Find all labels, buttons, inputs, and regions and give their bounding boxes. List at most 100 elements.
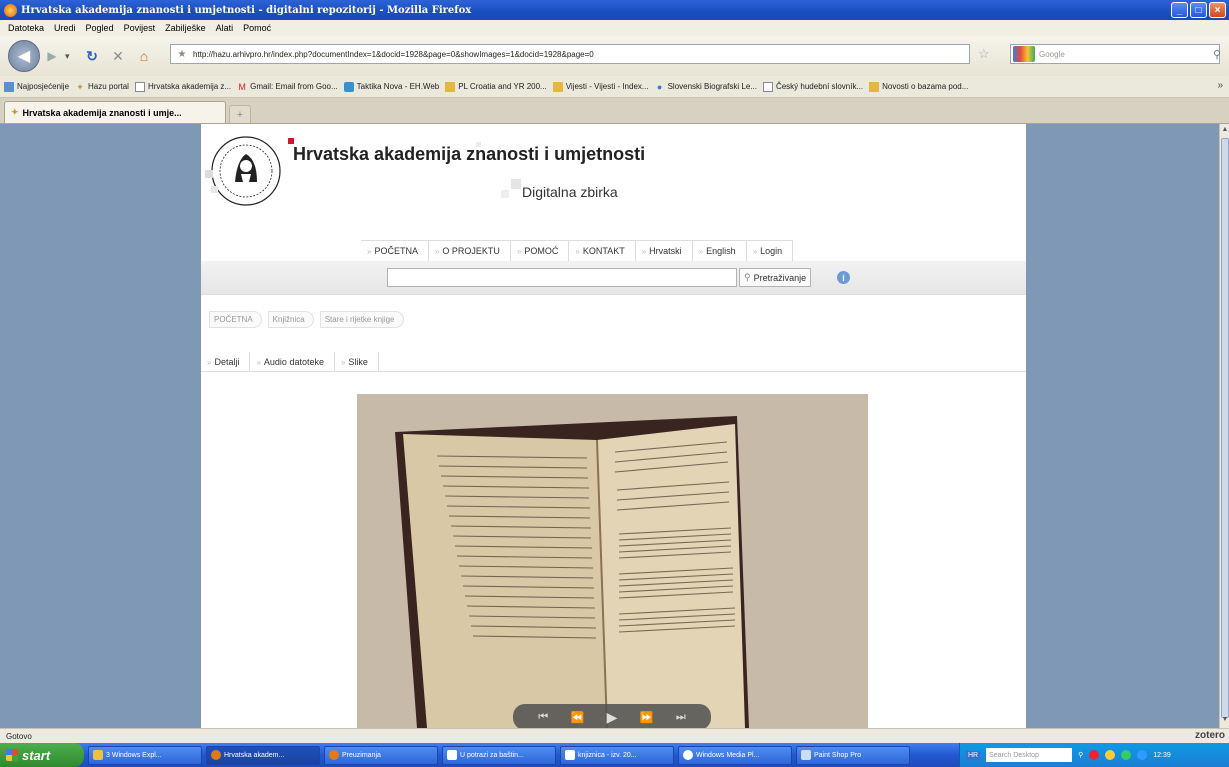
scroll-up-icon[interactable]: ▲ xyxy=(1220,126,1229,136)
nav-english[interactable]: » English xyxy=(693,241,747,261)
reload-button[interactable]: ↻ xyxy=(83,47,101,65)
forward-button[interactable]: ▶ xyxy=(43,47,61,65)
new-tab-button[interactable]: + xyxy=(229,105,251,123)
language-indicator[interactable]: HR xyxy=(966,750,981,760)
bookmark-item[interactable]: Najposjećenije xyxy=(4,81,69,92)
navigation-toolbar: ◀ ▶ ▾ ↻ ✕ ⌂ ★ http://hazu.arhivpro.hr/in… xyxy=(0,36,1229,76)
search-engine-icon[interactable] xyxy=(1013,46,1035,62)
bookmarks-overflow-icon[interactable]: » xyxy=(1217,80,1223,91)
nav-hrvatski[interactable]: » Hrvatski xyxy=(636,241,693,261)
last-icon[interactable]: ⏭ xyxy=(676,711,686,724)
bookmark-item[interactable]: ✦ Hazu portal xyxy=(75,82,129,92)
scrollbar-thumb[interactable] xyxy=(1221,138,1229,718)
tray-app-icon[interactable] xyxy=(1121,750,1132,760)
rewind-icon[interactable]: ⏪ xyxy=(570,711,584,724)
bookmark-item[interactable]: Vijesti - Vijesti - Index... xyxy=(552,81,649,92)
bookmarks-toolbar: Najposjećenije ✦ Hazu portal Hrvatska aka… xyxy=(0,76,1229,98)
bookmark-item[interactable]: Hrvatska akademija z... xyxy=(134,81,231,92)
bookmark-item[interactable]: Novosti o bazama pod... xyxy=(869,81,968,92)
site-search-button[interactable]: ⚲ Pretraživanje xyxy=(739,268,812,287)
taskbar-button[interactable]: Hrvatska akadem... xyxy=(206,745,320,765)
minimize-button[interactable]: _ xyxy=(1171,2,1188,18)
site-icon xyxy=(343,81,354,92)
taskbar-button[interactable]: Paint Shop Pro xyxy=(796,745,910,765)
bookmark-item[interactable]: ● Slovenski Biografski Le... xyxy=(655,82,757,92)
nav-pocetna[interactable]: » POČETNA xyxy=(361,241,429,261)
paint-icon xyxy=(801,750,811,760)
folder-icon xyxy=(445,81,456,92)
stop-button[interactable]: ✕ xyxy=(109,47,127,65)
search-help-icon[interactable]: i xyxy=(837,271,850,284)
folder-icon xyxy=(552,81,563,92)
window-title: Hrvatska akademija znanosti i umjetnosti… xyxy=(21,4,472,16)
tray-app-icon[interactable] xyxy=(1089,750,1100,760)
arrow-icon: » xyxy=(367,246,372,256)
menu-edit[interactable]: Uredi xyxy=(54,23,76,33)
bookmark-star-icon[interactable]: ☆ xyxy=(978,46,990,62)
menu-view[interactable]: Pogled xyxy=(86,23,114,33)
decor-pixel xyxy=(511,179,521,189)
search-icon[interactable]: ⚲ xyxy=(1078,751,1083,759)
folder-icon xyxy=(93,750,103,760)
tab-slike[interactable]: » Slike xyxy=(335,352,379,372)
folder-icon xyxy=(869,81,880,92)
home-button[interactable]: ⌂ xyxy=(135,47,153,65)
url-bar[interactable]: ★ http://hazu.arhivpro.hr/index.php?docu… xyxy=(170,44,970,64)
site-search-input[interactable] xyxy=(387,268,737,287)
desktop-search-input[interactable]: Search Desktop xyxy=(986,748,1073,762)
web-search-input[interactable]: Google xyxy=(1010,44,1220,64)
menu-history[interactable]: Povijest xyxy=(124,23,156,33)
breadcrumb-item[interactable]: Knjižnica xyxy=(267,311,314,328)
tab-favicon-icon: ✦ xyxy=(11,107,19,117)
taskbar-button[interactable]: U potrazi za baštin... xyxy=(442,745,556,765)
start-button[interactable]: start xyxy=(0,743,84,767)
nav-pomoc[interactable]: » POMOĆ xyxy=(511,241,570,261)
site-title: Hrvatska akademija znanosti i umjetnosti xyxy=(293,144,646,164)
breadcrumb-item[interactable]: Stare i rijetke knjige xyxy=(319,311,404,328)
fast-forward-icon[interactable]: ⏩ xyxy=(640,711,654,724)
url-bar-actions: ☆ xyxy=(978,46,990,62)
history-dropdown-icon[interactable]: ▾ xyxy=(65,51,75,62)
bookmark-item[interactable]: Taktika Nova - EH.Web xyxy=(343,81,439,92)
play-icon[interactable]: ▶ xyxy=(607,709,618,726)
taskbar-button[interactable]: Windows Media Pl... xyxy=(678,745,792,765)
window-controls: _ □ × xyxy=(1171,2,1226,18)
site-icon: ● xyxy=(656,81,663,92)
first-icon[interactable]: ⏮ xyxy=(538,711,548,724)
menu-help[interactable]: Pomoć xyxy=(243,23,271,33)
status-bar: Gotovo zotero xyxy=(0,728,1229,743)
close-button[interactable]: × xyxy=(1209,2,1226,18)
tab-active[interactable]: ✦ Hrvatska akademija znanosti i umje... xyxy=(4,101,226,123)
scroll-down-icon[interactable]: ▼ xyxy=(1220,716,1229,726)
bookmark-item[interactable]: PL Croatia and YR 200... xyxy=(445,81,547,92)
breadcrumb-item[interactable]: POČETNA xyxy=(209,311,262,328)
maximize-button[interactable]: □ xyxy=(1190,2,1207,18)
site-search-strip: ⚲ Pretraživanje i xyxy=(201,261,1026,295)
url-text: http://hazu.arhivpro.hr/index.php?docume… xyxy=(193,49,594,59)
tray-app-icon[interactable] xyxy=(1105,750,1116,760)
window-titlebar[interactable]: Hrvatska akademija znanosti i umjetnosti… xyxy=(0,0,1229,20)
taskbar-button[interactable]: 3 Windows Expl... xyxy=(88,745,202,765)
search-magnifier-icon[interactable]: ⚲ xyxy=(1213,48,1221,61)
image-player-controls: ⏮ ⏪ ▶ ⏩ ⏭ xyxy=(513,704,711,728)
taskbar-button[interactable]: knjiznica - izv. 20... xyxy=(560,745,674,765)
vertical-scrollbar[interactable]: ▲ ▼ xyxy=(1219,124,1229,728)
academy-seal-logo[interactable] xyxy=(205,130,287,212)
book-photo[interactable] xyxy=(357,394,868,728)
zotero-button[interactable]: zotero xyxy=(1195,730,1225,741)
menu-bookmarks[interactable]: Zabilješke xyxy=(165,23,206,33)
search-icon: ⚲ xyxy=(744,272,751,282)
nav-o-projektu[interactable]: » O PROJEKTU xyxy=(429,241,511,261)
tab-audio[interactable]: » Audio datoteke xyxy=(250,352,335,372)
arrow-icon: » xyxy=(434,246,440,256)
taskbar-button[interactable]: Preuzimanja xyxy=(324,745,438,765)
bookmark-item[interactable]: Český hudební slovník... xyxy=(762,81,863,92)
tray-app-icon[interactable] xyxy=(1137,750,1148,760)
back-button[interactable]: ◀ xyxy=(8,40,40,72)
tab-detalji[interactable]: » Detalji xyxy=(201,352,251,372)
bookmark-item[interactable]: M Gmail: Email from Goo... xyxy=(237,82,337,92)
menu-tools[interactable]: Alati xyxy=(216,23,234,33)
nav-kontakt[interactable]: » KONTAKT xyxy=(569,241,636,261)
nav-login[interactable]: » Login xyxy=(747,241,794,261)
menu-file[interactable]: Datoteka xyxy=(8,23,44,33)
